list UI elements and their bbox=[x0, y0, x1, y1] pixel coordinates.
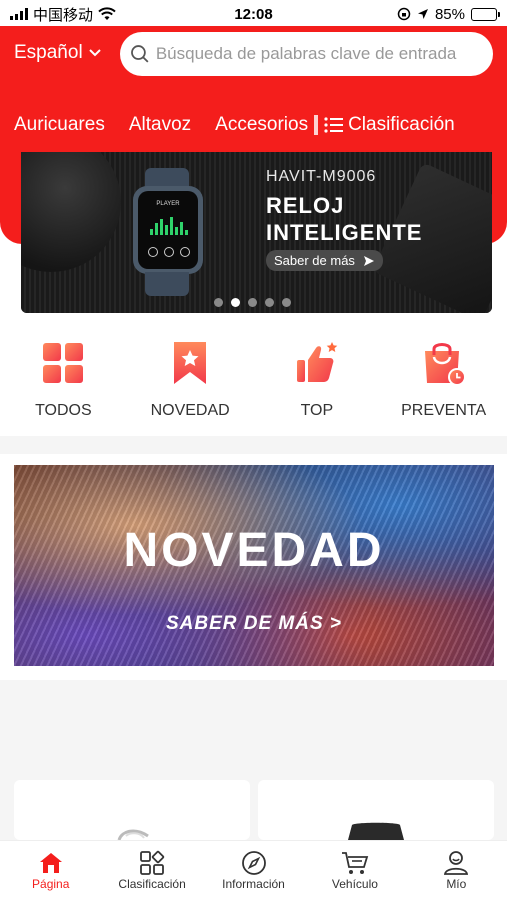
empty-section bbox=[0, 680, 507, 770]
speaker-image bbox=[348, 822, 404, 840]
carousel-dot[interactable] bbox=[248, 298, 257, 307]
battery-icon bbox=[471, 7, 500, 21]
search-input[interactable] bbox=[155, 44, 493, 64]
search-bar[interactable] bbox=[120, 32, 493, 76]
rotation-lock-icon bbox=[397, 7, 411, 21]
language-label: Español bbox=[14, 42, 83, 63]
quick-link-top[interactable]: TOP bbox=[254, 338, 381, 420]
location-icon bbox=[417, 9, 428, 19]
search-icon bbox=[131, 45, 149, 63]
quick-links: TODOS NOVEDAD TOP PREVENTA bbox=[0, 338, 507, 420]
quick-link-label: TOP bbox=[300, 402, 334, 419]
home-icon bbox=[39, 853, 62, 873]
status-time: 12:08 bbox=[234, 5, 273, 23]
list-icon bbox=[324, 117, 344, 133]
nav-label: Clasificación bbox=[118, 877, 186, 891]
category-tab-auriculares[interactable]: Auricuares bbox=[14, 114, 105, 136]
novedad-title: NOVEDAD bbox=[123, 524, 385, 577]
product-grid bbox=[0, 770, 507, 840]
classification-label: Clasificación bbox=[348, 114, 455, 135]
category-tab-accesorios[interactable]: Accesorios bbox=[215, 114, 308, 136]
banner-cta-button[interactable]: Saber de más bbox=[266, 250, 383, 271]
wifi-icon bbox=[98, 7, 116, 20]
product-card[interactable] bbox=[258, 780, 494, 840]
category-tabs: Auricuares Altavoz Accesorios Clasificac… bbox=[14, 114, 455, 136]
chevron-down-icon bbox=[88, 49, 101, 57]
nav-information[interactable]: Información bbox=[203, 841, 304, 900]
banner-title-line1: RELOJ bbox=[266, 193, 345, 218]
nav-label: Vehículo bbox=[331, 877, 378, 891]
thumbs-up-icon bbox=[296, 342, 338, 382]
banner-cta-label: Saber de más bbox=[274, 253, 355, 268]
category-tab-altavoz[interactable]: Altavoz bbox=[129, 114, 191, 136]
quick-link-label: TODOS bbox=[35, 402, 92, 419]
quick-link-preventa[interactable]: PREVENTA bbox=[380, 338, 507, 420]
status-left: 中国移动 bbox=[10, 4, 116, 25]
quick-link-label: PREVENTA bbox=[401, 402, 487, 419]
banner-title: RELOJ INTELIGENTE bbox=[266, 192, 422, 246]
signal-icon bbox=[10, 8, 28, 20]
nav-cart[interactable]: Vehículo bbox=[304, 841, 405, 900]
banner-model: HAVIT-M9006 bbox=[266, 168, 377, 185]
user-icon bbox=[444, 851, 469, 875]
grid-icon bbox=[43, 343, 84, 383]
compass-icon bbox=[241, 851, 266, 875]
carousel-dot[interactable] bbox=[265, 298, 274, 307]
language-selector[interactable]: Español bbox=[14, 42, 101, 64]
bottom-nav: Página Clasificación Información Vehícul… bbox=[0, 840, 507, 900]
carrier-name: 中国移动 bbox=[33, 6, 94, 24]
headphones-image bbox=[117, 829, 149, 840]
hero-banner[interactable]: PLAYER HAVIT-M9006 RELOJ INTELIGENTE Sab… bbox=[21, 152, 492, 313]
carousel-dot-active[interactable] bbox=[231, 298, 240, 307]
carousel-dots bbox=[214, 298, 291, 307]
nav-profile[interactable]: Mío bbox=[406, 841, 507, 900]
nav-classification[interactable]: Clasificación bbox=[101, 841, 202, 900]
status-bar: 中国移动 12:08 85% bbox=[0, 0, 507, 28]
quick-link-todos[interactable]: TODOS bbox=[0, 338, 127, 420]
status-right: 85% bbox=[397, 5, 500, 23]
category-divider bbox=[314, 115, 319, 135]
nav-home[interactable]: Página bbox=[0, 841, 101, 900]
cart-icon bbox=[341, 852, 369, 874]
novedad-cta[interactable]: SABER DE MÁS > bbox=[14, 613, 494, 635]
watch-screen-label: PLAYER bbox=[156, 201, 180, 207]
nav-label: Página bbox=[32, 877, 70, 891]
arrow-right-icon bbox=[363, 255, 374, 266]
banner-title-line2: INTELIGENTE bbox=[266, 220, 423, 245]
carousel-dot[interactable] bbox=[214, 298, 223, 307]
smartwatch-image: PLAYER bbox=[129, 168, 205, 296]
quick-link-novedad[interactable]: NOVEDAD bbox=[127, 338, 254, 420]
nav-label: Información bbox=[222, 877, 285, 891]
quick-link-label: NOVEDAD bbox=[150, 402, 230, 419]
shopping-bag-clock-icon bbox=[424, 343, 466, 386]
section-divider bbox=[0, 436, 507, 454]
battery-percent: 85% bbox=[434, 5, 465, 23]
nav-label: Mío bbox=[446, 877, 467, 891]
bookmark-star-icon bbox=[174, 342, 207, 384]
carousel-dot[interactable] bbox=[282, 298, 291, 307]
novedad-banner[interactable]: NOVEDAD SABER DE MÁS > bbox=[14, 465, 494, 666]
categories-icon bbox=[140, 850, 165, 875]
product-card[interactable] bbox=[14, 780, 250, 840]
classification-button[interactable]: Clasificación bbox=[324, 114, 455, 136]
